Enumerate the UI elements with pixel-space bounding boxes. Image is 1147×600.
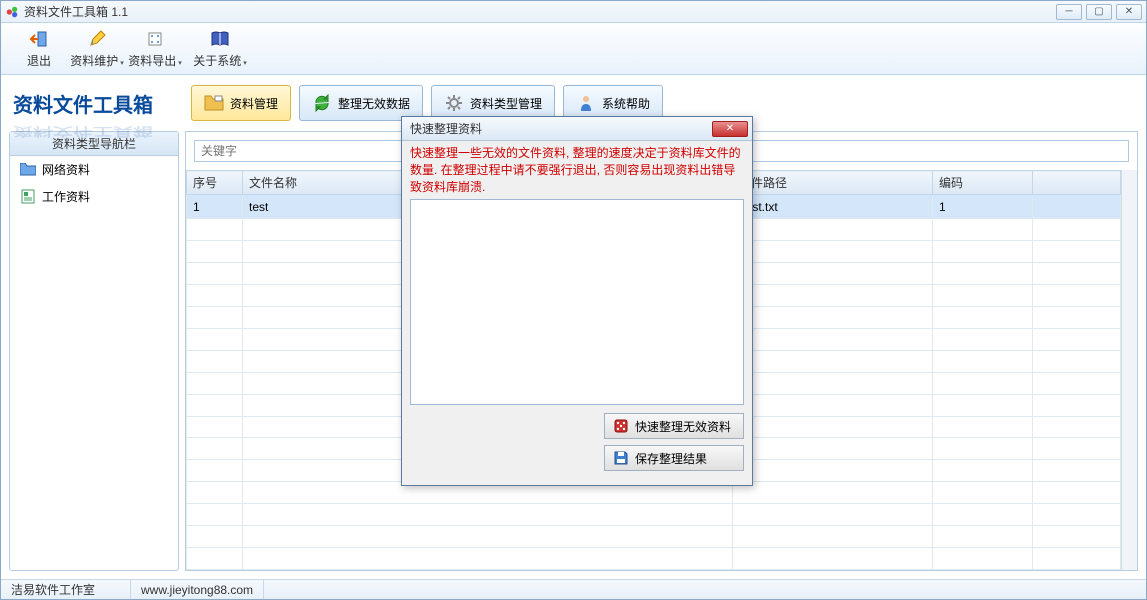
refresh-icon	[312, 93, 332, 113]
tab-clean-label: 整理无效数据	[338, 95, 410, 112]
tab-help-label: 系统帮助	[602, 95, 650, 112]
sidebar-item-work[interactable]: 工作资料	[10, 183, 178, 210]
exit-icon	[28, 28, 50, 50]
tab-type-manage-label: 资料类型管理	[470, 95, 542, 112]
modal-result-area[interactable]	[410, 199, 744, 405]
modal-title: 快速整理资料	[410, 120, 712, 137]
window-controls: ─ ▢ ✕	[1056, 4, 1142, 20]
person-icon	[576, 93, 596, 113]
sidebar: 资料类型导航栏 网络资料 工作资料	[9, 131, 179, 571]
status-studio: 洁易软件工作室	[1, 580, 131, 599]
vertical-scrollbar[interactable]	[1121, 170, 1137, 570]
tab-manage[interactable]: 资料管理	[191, 85, 291, 121]
maintain-button[interactable]: 资料维护▾	[69, 25, 125, 73]
modal-titlebar: 快速整理资料 ✕	[402, 117, 752, 141]
col-seq[interactable]: 序号	[187, 171, 243, 195]
main-toolbar: 退出 资料维护▾ 资料导出▾ 关于系统▾	[1, 23, 1146, 75]
app-icon	[5, 5, 19, 19]
col-code[interactable]: 编码	[933, 171, 1033, 195]
exit-label: 退出	[27, 52, 51, 69]
app-title: 资料文件工具箱	[13, 89, 153, 118]
close-button[interactable]: ✕	[1116, 4, 1142, 20]
sidebar-item-label: 工作资料	[42, 188, 90, 205]
export-label: 资料导出▾	[128, 52, 182, 69]
tab-manage-label: 资料管理	[230, 95, 278, 112]
about-label: 关于系统▾	[193, 52, 247, 69]
main-window: 资料文件工具箱 1.1 ─ ▢ ✕ 退出 资料维护▾ 资料导出▾ 关于系统▾ 资…	[0, 0, 1147, 600]
sidebar-item-label: 网络资料	[42, 161, 90, 178]
document-icon	[20, 189, 36, 205]
export-icon	[144, 28, 166, 50]
maintain-label: 资料维护▾	[70, 52, 124, 69]
table-row-empty	[187, 548, 1121, 570]
status-url: www.jieyitong88.com	[131, 580, 264, 599]
sidebar-item-network[interactable]: 网络资料	[10, 156, 178, 183]
pencil-icon	[86, 28, 108, 50]
statusbar: 洁易软件工作室 www.jieyitong88.com	[1, 579, 1146, 599]
quick-clean-dialog: 快速整理资料 ✕ 快速整理一些无效的文件资料, 整理的速度决定于资料库文件的数量…	[401, 116, 753, 486]
about-button[interactable]: 关于系统▾	[192, 25, 248, 73]
export-button[interactable]: 资料导出▾	[127, 25, 183, 73]
modal-close-button[interactable]: ✕	[712, 121, 748, 137]
col-path[interactable]: 文件路径	[733, 171, 933, 195]
table-row-empty	[187, 526, 1121, 548]
window-title: 资料文件工具箱 1.1	[24, 3, 1056, 20]
quick-clean-label: 快速整理无效资料	[635, 418, 731, 435]
toolbar-separator	[185, 29, 190, 69]
save-result-label: 保存整理结果	[635, 450, 707, 467]
titlebar: 资料文件工具箱 1.1 ─ ▢ ✕	[1, 1, 1146, 23]
quick-clean-button[interactable]: 快速整理无效资料	[604, 413, 744, 439]
modal-warning-text: 快速整理一些无效的文件资料, 整理的速度决定于资料库文件的数量. 在整理过程中请…	[410, 145, 744, 195]
minimize-button[interactable]: ─	[1056, 4, 1082, 20]
folder-blue-icon	[20, 162, 36, 178]
folder-icon	[204, 93, 224, 113]
table-row-empty	[187, 504, 1121, 526]
maximize-button[interactable]: ▢	[1086, 4, 1112, 20]
gear-icon	[444, 93, 464, 113]
col-spacer	[1033, 171, 1121, 195]
dice-icon	[613, 418, 629, 434]
exit-button[interactable]: 退出	[11, 25, 67, 73]
book-icon	[209, 28, 231, 50]
save-result-button[interactable]: 保存整理结果	[604, 445, 744, 471]
modal-body: 快速整理一些无效的文件资料, 整理的速度决定于资料库文件的数量. 在整理过程中请…	[402, 141, 752, 485]
save-icon	[613, 450, 629, 466]
